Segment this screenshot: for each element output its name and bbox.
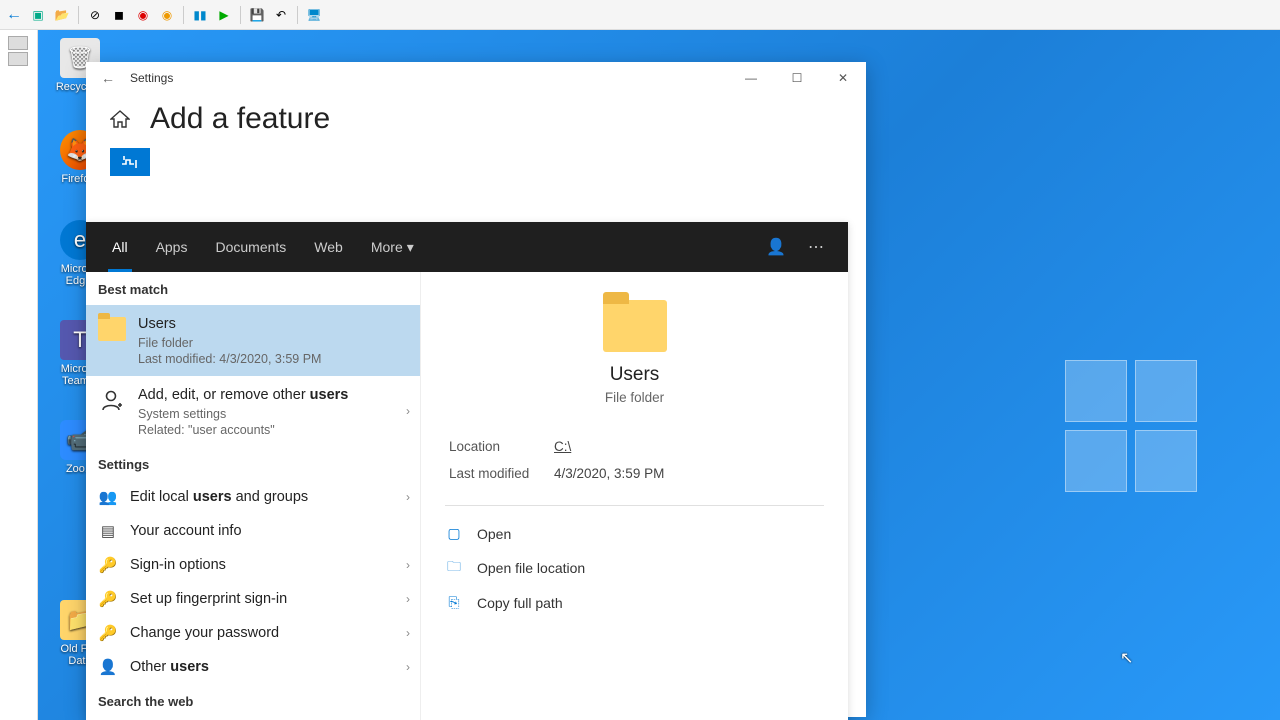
setting-label: Edit local users and groups — [130, 489, 308, 505]
window-title: Settings — [130, 71, 173, 85]
user-add-icon — [98, 386, 126, 414]
close-button[interactable]: ✕ — [820, 62, 866, 94]
result-type: System settings — [138, 407, 408, 421]
chevron-right-icon: › — [406, 660, 410, 674]
settings-window: ← Settings — ☐ ✕ Add a feature All Apps … — [86, 62, 866, 717]
record-stop-icon[interactable]: ◼ — [109, 5, 129, 25]
results-column: Best match Users File folder Last modifi… — [86, 272, 421, 720]
monitor-icon[interactable]: 🖥 — [304, 5, 324, 25]
setting-label: Other users — [130, 659, 209, 675]
users-icon: 👥 — [98, 488, 118, 506]
action-open-file-location[interactable]: 🗀 Open file location — [439, 549, 830, 587]
action-copy-full-path[interactable]: ⎘ Copy full path — [439, 587, 830, 618]
undo-icon[interactable]: ↶ — [271, 5, 291, 25]
section-search-web: Search the web — [86, 684, 420, 717]
id-card-icon: ▤ — [98, 522, 118, 540]
action-label: Copy full path — [477, 595, 563, 611]
meta-location-value[interactable]: C:\ — [554, 439, 571, 454]
chevron-down-icon: ▾ — [407, 239, 414, 256]
chevron-right-icon: › — [406, 558, 410, 572]
setting-other-users[interactable]: 👤 Other users › — [86, 650, 420, 684]
setting-label: Change your password — [130, 625, 279, 641]
chevron-right-icon: › — [406, 592, 410, 606]
setting-label: Sign-in options — [130, 557, 226, 573]
result-users-folder[interactable]: Users File folder Last modified: 4/3/202… — [86, 305, 420, 376]
detail-title: Users — [447, 364, 822, 386]
setting-change-password[interactable]: 🔑 Change your password › — [86, 616, 420, 650]
chevron-right-icon: › — [406, 490, 410, 504]
side-tree — [0, 30, 38, 720]
mouse-cursor-icon: ↖ — [1120, 648, 1133, 668]
toolbar-icon[interactable]: ▣ — [28, 5, 48, 25]
action-label: Open — [477, 526, 511, 542]
desktop: 🗑 Recycle... 🦊 Firefo... e Microso Edg..… — [38, 30, 1280, 720]
user-icon: 👤 — [98, 658, 118, 676]
copy-icon: ⎘ — [445, 594, 463, 611]
setting-edit-local-users[interactable]: 👥 Edit local users and groups › — [86, 480, 420, 514]
result-type: File folder — [138, 336, 408, 350]
pause-icon[interactable]: ▮▮ — [190, 5, 210, 25]
search-panel: All Apps Documents Web More▾ 👤 ⋯ Best ma… — [86, 222, 848, 720]
action-open[interactable]: ▢ Open — [439, 518, 830, 549]
result-title: Add, edit, or remove other users — [138, 386, 408, 405]
key-icon: 🔑 — [98, 624, 118, 642]
back-arrow-icon[interactable]: ← — [4, 5, 24, 25]
back-button[interactable]: ← — [86, 62, 130, 94]
titlebar: ← Settings — ☐ ✕ — [86, 62, 866, 94]
setting-fingerprint[interactable]: 🔑 Set up fingerprint sign-in › — [86, 582, 420, 616]
result-modified: Last modified: 4/3/2020, 3:59 PM — [138, 352, 408, 366]
tab-all[interactable]: All — [98, 222, 142, 272]
tab-web[interactable]: Web — [300, 222, 357, 272]
stop-icon[interactable]: ⊘ — [85, 5, 105, 25]
result-related: Related: "user accounts" — [138, 423, 408, 437]
tree-item[interactable] — [8, 52, 28, 66]
tree-item[interactable] — [8, 36, 28, 50]
meta-modified-label: Last modified — [449, 466, 554, 481]
search-tabs: All Apps Documents Web More▾ 👤 ⋯ — [86, 222, 848, 272]
meta-location-label: Location — [449, 439, 554, 454]
section-settings: Settings — [86, 447, 420, 480]
detail-column: Users File folder Location C:\ Last modi… — [421, 272, 848, 720]
page-title: Add a feature — [150, 102, 330, 136]
home-icon[interactable] — [110, 110, 130, 128]
folder-icon — [98, 317, 126, 341]
tab-more[interactable]: More▾ — [357, 222, 428, 272]
tab-apps[interactable]: Apps — [142, 222, 202, 272]
meta-modified-value: 4/3/2020, 3:59 PM — [554, 466, 664, 481]
maximize-button[interactable]: ☐ — [774, 62, 820, 94]
setting-signin-options[interactable]: 🔑 Sign-in options › — [86, 548, 420, 582]
save-icon[interactable]: 💾 — [247, 5, 267, 25]
settings-header: Add a feature — [86, 94, 866, 196]
section-best-match: Best match — [86, 272, 420, 305]
folder-open-icon: 🗀 — [445, 556, 463, 580]
open-icon[interactable]: 📂 — [52, 5, 72, 25]
app-toolbar: ← ▣ 📂 ⊘ ◼ ◉ ◉ ▮▮ ▶ 💾 ↶ 🖥 — [0, 0, 1280, 30]
chevron-right-icon: › — [406, 626, 410, 640]
action-label: Open file location — [477, 560, 585, 576]
chevron-right-icon: › — [406, 404, 410, 418]
result-add-edit-users[interactable]: Add, edit, or remove other users System … — [86, 376, 420, 447]
windows-logo — [1065, 360, 1200, 495]
setting-account-info[interactable]: ▤ Your account info — [86, 514, 420, 548]
minimize-button[interactable]: — — [728, 62, 774, 94]
setting-label: Set up fingerprint sign-in — [130, 591, 287, 607]
feedback-icon[interactable]: 👤 — [756, 237, 796, 257]
feature-badge-icon[interactable] — [110, 148, 150, 176]
setting-label: Your account info — [130, 523, 242, 539]
play-icon[interactable]: ▶ — [214, 5, 234, 25]
tab-documents[interactable]: Documents — [201, 222, 300, 272]
result-title: Users — [138, 315, 408, 334]
folder-large-icon — [603, 300, 667, 352]
open-icon: ▢ — [445, 525, 463, 542]
key-icon: 🔑 — [98, 590, 118, 608]
more-options-icon[interactable]: ⋯ — [796, 237, 836, 257]
key-icon: 🔑 — [98, 556, 118, 574]
detail-type: File folder — [447, 390, 822, 405]
record-pause-icon[interactable]: ◉ — [157, 5, 177, 25]
record-icon[interactable]: ◉ — [133, 5, 153, 25]
